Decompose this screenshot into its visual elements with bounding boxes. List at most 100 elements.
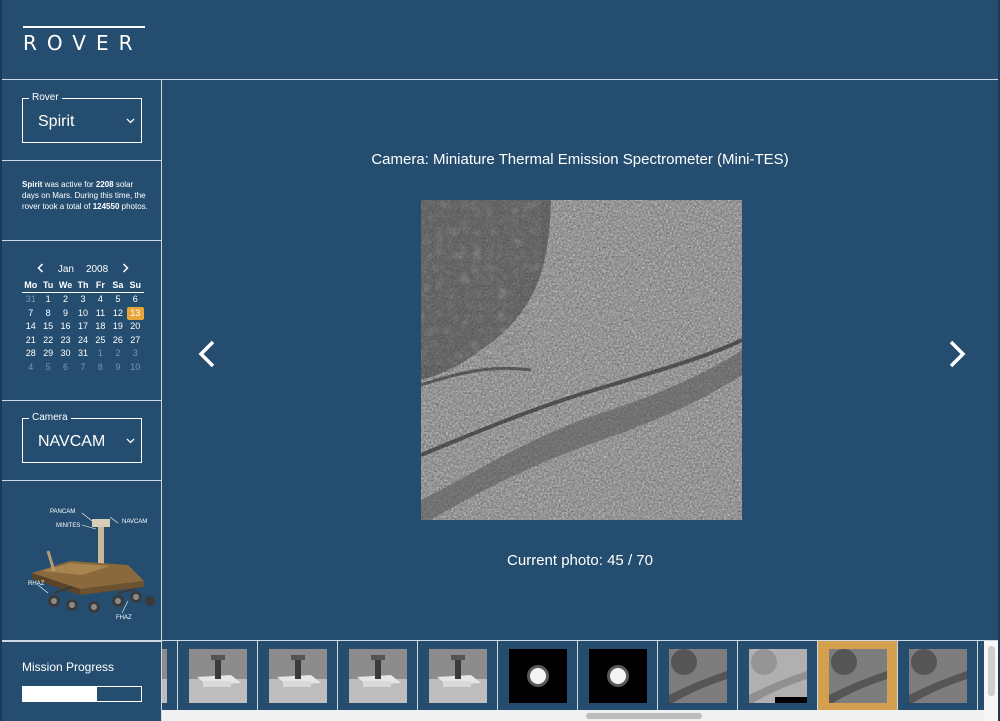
calendar-grid: Mo Tu We Th Fr Sa Su 31 1 2 3 4 5 6 7 8 9 10 11 12 13 14 15 16 1… bbox=[22, 280, 144, 374]
rover-diagram-section: PANCAM NAVCAM MINITES RHAZ FHAZ bbox=[2, 481, 162, 641]
diagram-label-rhaz: RHAZ bbox=[28, 581, 45, 587]
calendar-day[interactable]: 2 bbox=[109, 347, 126, 361]
calendar-day[interactable]: 19 bbox=[109, 320, 126, 334]
calendar-day[interactable]: 28 bbox=[22, 347, 39, 361]
chevron-down-icon bbox=[126, 113, 135, 127]
chevron-right-icon[interactable] bbox=[114, 262, 137, 276]
weekday-header: Sa bbox=[109, 280, 127, 293]
calendar-day[interactable]: 23 bbox=[57, 334, 74, 348]
camera-select-section: Camera NAVCAM bbox=[2, 401, 162, 481]
calendar-day[interactable]: 12 bbox=[109, 307, 126, 321]
vertical-scrollbar-thumb[interactable] bbox=[988, 646, 995, 696]
calendar-day[interactable]: 29 bbox=[39, 347, 56, 361]
calendar-day[interactable]: 8 bbox=[39, 307, 56, 321]
calendar-day[interactable]: 26 bbox=[109, 334, 126, 348]
next-photo-button[interactable] bbox=[946, 338, 968, 378]
calendar-day[interactable]: 4 bbox=[22, 361, 39, 375]
thumbnail-image bbox=[508, 649, 567, 703]
calendar-day[interactable]: 20 bbox=[127, 320, 144, 334]
mission-progress-label: Mission Progress bbox=[22, 660, 115, 674]
info-text-1: was active for bbox=[42, 180, 96, 189]
calendar-day[interactable]: 14 bbox=[22, 320, 39, 334]
calendar-day[interactable]: 31 bbox=[22, 293, 39, 307]
calendar-section: Jan 2008 Mo Tu We Th Fr Sa Su 31 1 2 3 4 5 6 7 8 9 10 11 12… bbox=[2, 241, 162, 401]
calendar-day[interactable]: 16 bbox=[57, 320, 74, 334]
calendar-day[interactable]: 9 bbox=[57, 307, 74, 321]
sidebar: Rover Spirit Spirit was active for 2208 … bbox=[2, 80, 162, 721]
thumbnail-image bbox=[268, 649, 327, 703]
calendar-day[interactable]: 15 bbox=[39, 320, 56, 334]
calendar-day-selected[interactable]: 13 bbox=[126, 306, 144, 320]
thumbnail-image bbox=[908, 649, 967, 703]
thumbnail-selected[interactable] bbox=[818, 641, 898, 711]
vertical-scrollbar[interactable] bbox=[984, 641, 998, 721]
chevron-left-icon bbox=[198, 340, 215, 368]
thumbnail[interactable] bbox=[258, 641, 338, 711]
logo-text: ROVER bbox=[23, 31, 143, 55]
diagram-label-minites: MINITES bbox=[56, 523, 80, 529]
thumbnail-image bbox=[348, 649, 407, 703]
calendar-day[interactable]: 9 bbox=[109, 361, 126, 375]
rover-select-value: Spirit bbox=[38, 113, 75, 130]
rover-info-text: Spirit was active for 2208 solar days on… bbox=[22, 179, 148, 212]
calendar-day[interactable]: 10 bbox=[127, 361, 144, 375]
calendar-day[interactable]: 17 bbox=[74, 320, 91, 334]
camera-select[interactable]: Camera NAVCAM bbox=[22, 412, 142, 463]
thumbnail[interactable] bbox=[418, 641, 498, 711]
calendar-day[interactable]: 7 bbox=[74, 361, 91, 375]
rover-info-section: Spirit was active for 2208 solar days on… bbox=[2, 161, 162, 241]
calendar-day[interactable]: 22 bbox=[39, 334, 56, 348]
thumbnail-image bbox=[668, 649, 727, 703]
calendar-day[interactable]: 1 bbox=[39, 293, 56, 307]
rover-select-section: Rover Spirit bbox=[2, 80, 162, 161]
thumbnail[interactable] bbox=[498, 641, 578, 711]
thumbnail[interactable] bbox=[898, 641, 978, 711]
calendar-day[interactable]: 2 bbox=[57, 293, 74, 307]
mission-progress-fill bbox=[23, 687, 98, 701]
horizontal-scrollbar-thumb[interactable] bbox=[586, 713, 702, 719]
calendar-day[interactable]: 6 bbox=[57, 361, 74, 375]
calendar-day[interactable]: 11 bbox=[92, 307, 109, 321]
weekday-header: Th bbox=[74, 280, 92, 293]
calendar-day[interactable]: 30 bbox=[57, 347, 74, 361]
calendar-day[interactable]: 31 bbox=[74, 347, 91, 361]
rover-select-legend: Rover bbox=[29, 92, 62, 104]
thumbnail-image bbox=[828, 649, 887, 703]
calendar-day[interactable]: 6 bbox=[127, 293, 144, 307]
horizontal-scrollbar[interactable] bbox=[162, 710, 984, 721]
calendar-day[interactable]: 7 bbox=[22, 307, 39, 321]
calendar-day[interactable]: 1 bbox=[92, 347, 109, 361]
calendar-month[interactable]: Jan bbox=[58, 264, 74, 275]
calendar-day[interactable]: 18 bbox=[92, 320, 109, 334]
thumbnail[interactable] bbox=[178, 641, 258, 711]
calendar-day[interactable]: 3 bbox=[127, 347, 144, 361]
calendar-day[interactable]: 5 bbox=[39, 361, 56, 375]
thumbnail-strip[interactable] bbox=[162, 640, 998, 721]
calendar-day[interactable]: 5 bbox=[109, 293, 126, 307]
thumbnail-image bbox=[588, 649, 647, 703]
calendar-day[interactable]: 8 bbox=[92, 361, 109, 375]
calendar-day[interactable]: 4 bbox=[92, 293, 109, 307]
thumbnail[interactable] bbox=[578, 641, 658, 711]
photo-total: 124550 bbox=[92, 202, 120, 211]
calendar-year[interactable]: 2008 bbox=[86, 264, 108, 275]
diagram-label-pancam: PANCAM bbox=[50, 509, 75, 515]
calendar-day[interactable]: 24 bbox=[74, 334, 91, 348]
calendar-day[interactable]: 27 bbox=[127, 334, 144, 348]
solar-days: 2208 bbox=[95, 180, 114, 189]
thumbnail[interactable] bbox=[738, 641, 818, 711]
thumbnail-image bbox=[748, 649, 807, 703]
chevron-left-icon[interactable] bbox=[29, 262, 52, 276]
thumbnail-image bbox=[188, 649, 247, 703]
previous-photo-button[interactable] bbox=[196, 338, 218, 378]
thumbnail[interactable] bbox=[162, 641, 178, 711]
thumbnail[interactable] bbox=[658, 641, 738, 711]
calendar-day[interactable]: 25 bbox=[92, 334, 109, 348]
rover-select[interactable]: Rover Spirit bbox=[22, 92, 142, 143]
calendar-day[interactable]: 3 bbox=[74, 293, 91, 307]
thumbnail[interactable] bbox=[338, 641, 418, 711]
calendar-day[interactable]: 21 bbox=[22, 334, 39, 348]
photo-viewer: Camera: Miniature Thermal Emission Spect… bbox=[162, 80, 998, 640]
calendar-day[interactable]: 10 bbox=[74, 307, 91, 321]
camera-title: Camera: Miniature Thermal Emission Spect… bbox=[371, 151, 789, 168]
